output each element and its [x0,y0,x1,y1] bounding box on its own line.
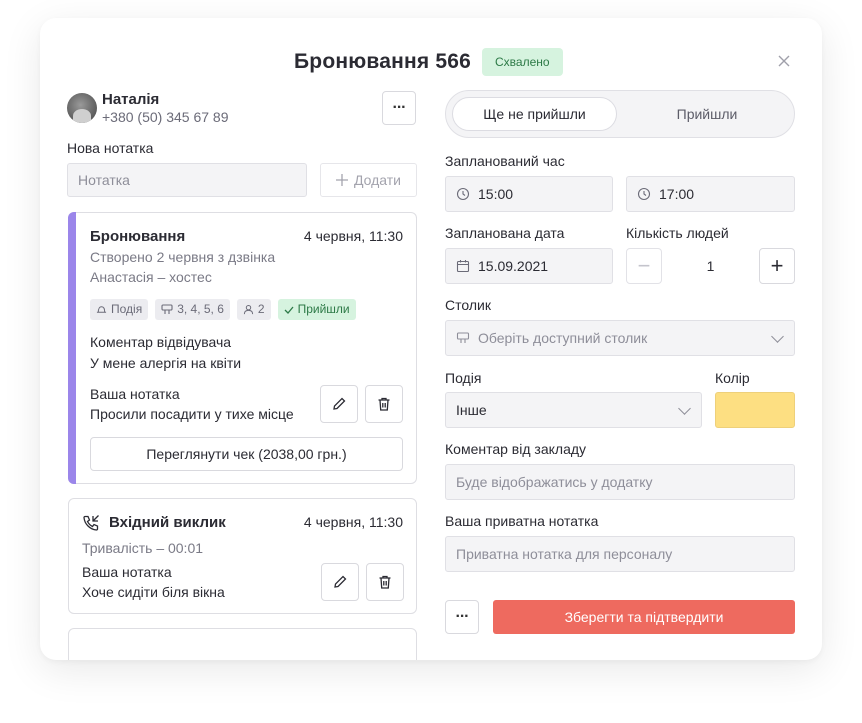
trash-icon [378,397,390,411]
table-select[interactable]: Оберіть доступний столик [445,320,795,356]
event-label: Подія [445,370,482,386]
table-icon [456,332,470,343]
delete-note-button[interactable] [365,385,403,423]
venue-comment-input[interactable]: Буде відображатись у додатку [445,464,795,500]
private-note-input[interactable]: Приватна нотатка для персоналу [445,536,795,572]
modal-title: Бронювання 566 [294,50,471,73]
people-decrement-button[interactable]: − [626,248,662,284]
chip-people-label: 2 [257,302,265,316]
call-card-date: 4 червня, 11:30 [303,514,403,530]
booking-card-title: Бронювання [90,228,186,245]
pencil-icon [333,397,346,410]
booking-note-label: Ваша нотатка [90,386,180,402]
event-select[interactable]: Інше [445,392,702,428]
private-note-label: Ваша приватна нотатка [445,513,599,529]
end-time-value: 17:00 [659,186,695,202]
toggle-arrived[interactable]: Прийшли [624,97,790,131]
footer-more-button[interactable]: ··· [445,600,479,634]
booking-modal: Бронювання 566 Схвалено Наталія +380 (50… [40,18,822,660]
minus-icon: − [637,253,651,278]
toggle-not-arrived[interactable]: Ще не прийшли [452,97,617,131]
avatar [67,93,97,123]
people-count-value: 1 [706,258,715,274]
chip-status-label: Прийшли [297,302,350,316]
pencil-icon [334,575,347,588]
trash-icon [379,575,391,589]
add-note-button[interactable]: Додати [320,163,417,197]
call-note-label: Ваша нотатка [82,564,172,580]
add-note-label: Додати [354,172,401,188]
more-icon: ··· [455,608,470,625]
chip-tables: 3, 4, 5, 6 [155,299,230,320]
visitor-comment: У мене алергія на квіти [90,355,242,371]
delete-call-note-button[interactable] [366,563,404,601]
new-note-label: Нова нотатка [67,140,154,156]
visitor-comment-label: Коментар відвідувача [90,334,232,350]
save-confirm-button[interactable]: Зберегти та підтвердити [493,600,795,634]
table-icon [161,304,173,314]
booking-note: Просили посадити у тихе місце [90,406,294,422]
color-swatch[interactable] [715,392,795,428]
edit-call-note-button[interactable] [321,563,359,601]
chevron-down-icon [678,402,691,415]
view-receipt-button[interactable]: Переглянути чек (2038,00 грн.) [90,437,403,471]
chevron-down-icon [771,330,784,343]
call-history-card: Вхідний виклик 4 червня, 11:30 Триваліст… [68,498,417,614]
history-card-partial [68,628,417,660]
modal-header: Бронювання 566 Схвалено [40,48,822,78]
chip-event: Подія [90,299,149,320]
call-duration: Тривалість – 00:01 [82,540,204,556]
more-icon: ··· [392,99,407,116]
close-icon[interactable] [777,54,791,68]
calendar-icon [456,260,470,273]
venue-comment-label: Коментар від закладу [445,441,587,457]
clock-icon [456,187,470,201]
chip-tables-label: 3, 4, 5, 6 [177,302,224,316]
booking-history-card: Бронювання 4 червня, 11:30 Створено 2 че… [68,212,417,484]
planned-time-label: Запланований час [445,153,565,169]
private-note-placeholder: Приватна нотатка для персоналу [456,546,673,562]
check-icon [284,306,294,314]
guest-name: Наталія [102,91,160,108]
booking-host: Анастасія – хостес [90,269,212,285]
start-time-value: 15:00 [478,186,514,202]
clock-icon [637,187,651,201]
bell-icon [96,306,107,313]
table-label: Столик [445,297,491,313]
booking-chips: Подія 3, 4, 5, 6 2 Прийшли [90,299,356,320]
card-accent-stripe [68,212,76,484]
planned-date-input[interactable]: 15.09.2021 [445,248,613,284]
color-label: Колір [715,370,750,386]
status-badge: Схвалено [482,48,563,76]
chip-status: Прийшли [277,299,356,320]
end-time-input[interactable]: 17:00 [626,176,795,212]
start-time-input[interactable]: 15:00 [445,176,613,212]
people-count-label: Кількість людей [626,225,729,241]
guest-phone: +380 (50) 345 67 89 [102,109,229,125]
booking-created: Створено 2 червня з дзвінка [90,249,276,265]
plus-icon [336,174,348,186]
event-select-value: Інше [456,402,487,418]
incoming-call-icon [83,515,99,531]
person-icon [243,304,254,315]
booking-card-date: 4 червня, 11:30 [303,228,403,244]
chip-event-label: Подія [111,302,143,316]
guest-more-button[interactable]: ··· [382,91,416,125]
venue-comment-placeholder: Буде відображатись у додатку [456,474,653,490]
table-select-placeholder: Оберіть доступний столик [478,330,648,346]
call-card-title: Вхідний виклик [109,514,226,531]
people-increment-button[interactable]: + [759,248,795,284]
new-note-placeholder: Нотатка [78,172,130,188]
new-note-input[interactable]: Нотатка [67,163,307,197]
arrival-toggle: Ще не прийшли Прийшли [445,90,795,138]
planned-date-label: Запланована дата [445,225,565,241]
plus-icon: + [770,253,784,278]
planned-date-value: 15.09.2021 [478,258,549,274]
call-note: Хоче сидіти біля вікна [82,584,225,600]
chip-people: 2 [236,299,271,320]
edit-note-button[interactable] [320,385,358,423]
